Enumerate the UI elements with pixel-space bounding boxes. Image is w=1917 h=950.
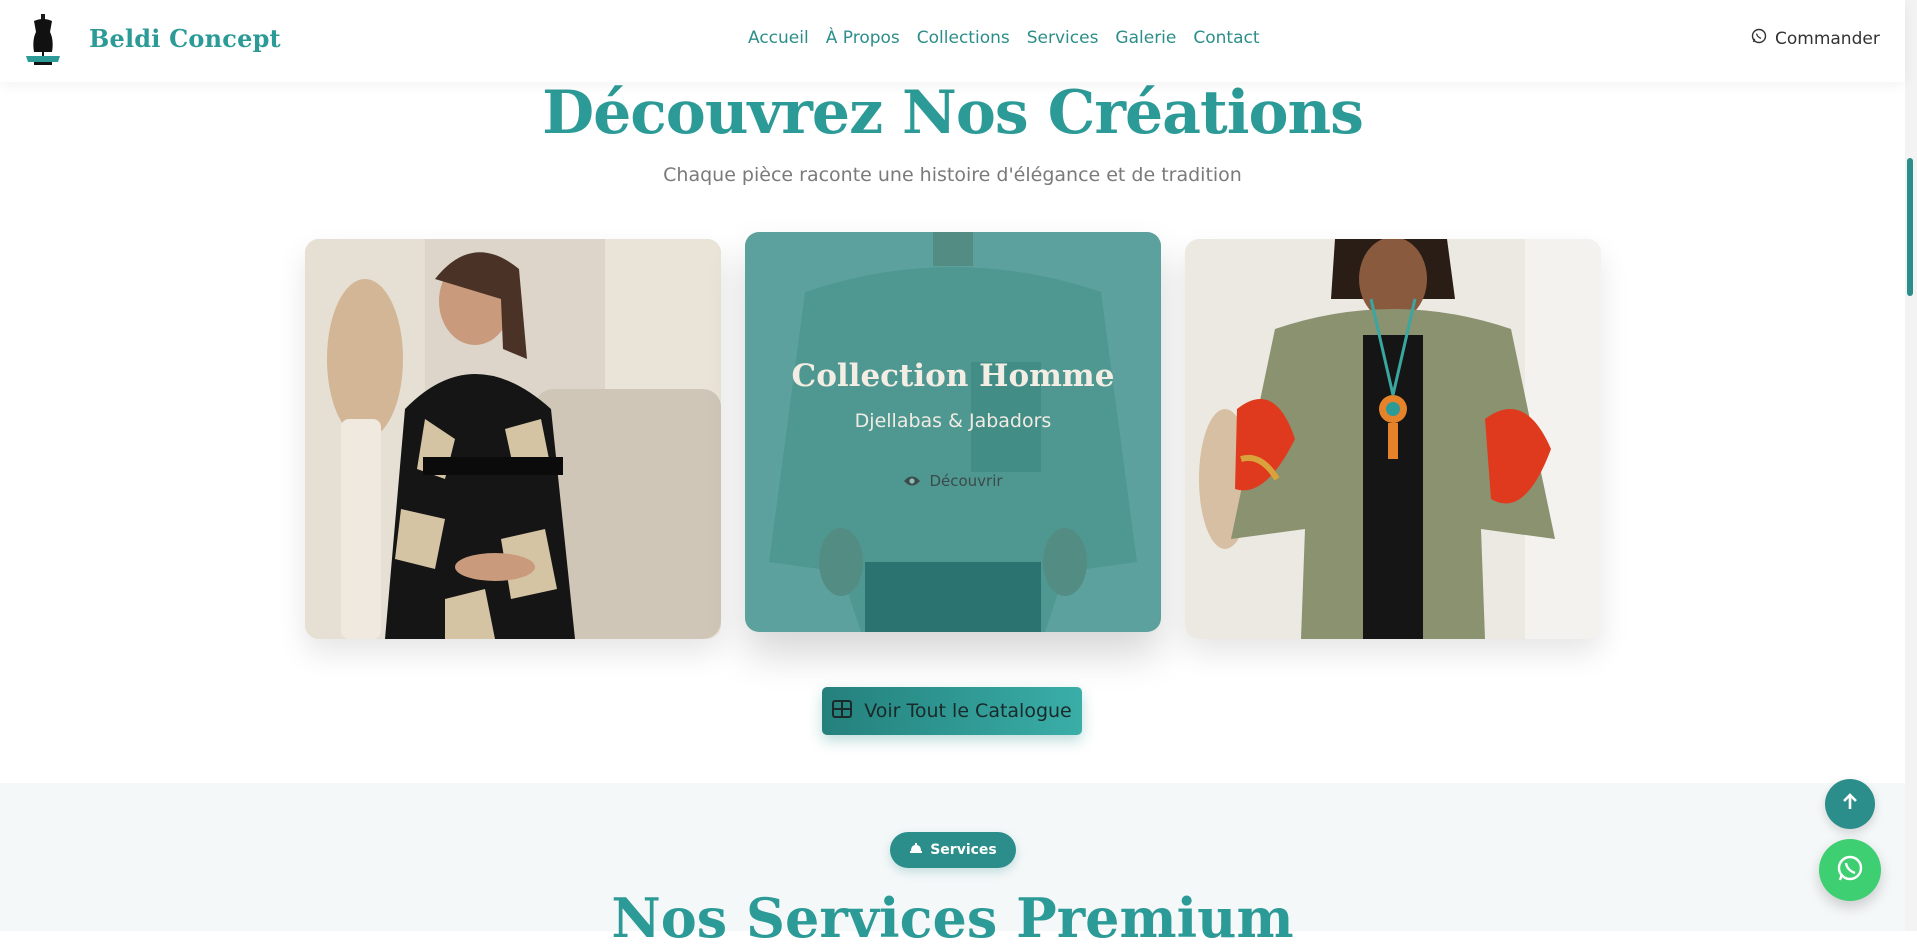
nav-link-contact[interactable]: Contact xyxy=(1193,28,1259,48)
section-subtitle: Chaque pièce raconte une histoire d'élég… xyxy=(663,164,1242,186)
arrow-up-icon xyxy=(1842,793,1858,815)
order-label: Commander xyxy=(1775,28,1880,49)
navbar: Beldi Concept Accueil À Propos Collectio… xyxy=(0,0,1905,82)
nav-link-a-propos[interactable]: À Propos xyxy=(826,28,900,48)
services-badge: Services xyxy=(890,832,1016,868)
brand-name[interactable]: Beldi Concept xyxy=(89,24,281,53)
services-title: Nos Services Premium xyxy=(611,886,1294,950)
collection-card-homme[interactable]: Collection Homme Djellabas & Jabadors Dé… xyxy=(745,232,1161,632)
scroll-top-button[interactable] xyxy=(1825,779,1875,829)
view-catalog-button[interactable]: Voir Tout le Catalogue xyxy=(822,687,1082,735)
card-hover-overlay: Collection Homme Djellabas & Jabadors Dé… xyxy=(745,232,1161,632)
overlay-subtitle: Djellabas & Jabadors xyxy=(854,410,1052,432)
services-badge-label: Services xyxy=(930,842,997,858)
catalog-label: Voir Tout le Catalogue xyxy=(864,700,1072,722)
nav-link-services[interactable]: Services xyxy=(1027,28,1099,48)
discover-label: Découvrir xyxy=(929,472,1003,490)
card-image-green-kimono xyxy=(1185,239,1601,639)
card-image-black-caftan xyxy=(305,239,721,639)
discover-button[interactable]: Découvrir xyxy=(903,472,1003,490)
whatsapp-chat-button[interactable] xyxy=(1819,839,1881,901)
dress-form-icon[interactable] xyxy=(20,12,66,68)
whatsapp-icon xyxy=(1835,853,1865,887)
collection-card-femme[interactable] xyxy=(305,239,721,639)
grid-icon xyxy=(832,699,853,723)
overlay-title: Collection Homme xyxy=(791,358,1115,394)
order-button[interactable]: Commander xyxy=(1751,28,1880,49)
eye-icon xyxy=(903,475,921,487)
nav-link-galerie[interactable]: Galerie xyxy=(1115,28,1176,48)
nav-link-accueil[interactable]: Accueil xyxy=(748,28,809,48)
collection-card-kimono[interactable] xyxy=(1185,239,1601,639)
service-bell-icon xyxy=(909,842,923,858)
nav-link-collections[interactable]: Collections xyxy=(917,28,1010,48)
page-scrollbar[interactable] xyxy=(1905,0,1917,931)
scrollbar-thumb[interactable] xyxy=(1907,158,1913,296)
section-title: Découvrez Nos Créations xyxy=(542,78,1364,148)
whatsapp-icon xyxy=(1751,28,1767,49)
main-nav: Accueil À Propos Collections Services Ga… xyxy=(748,28,1260,48)
